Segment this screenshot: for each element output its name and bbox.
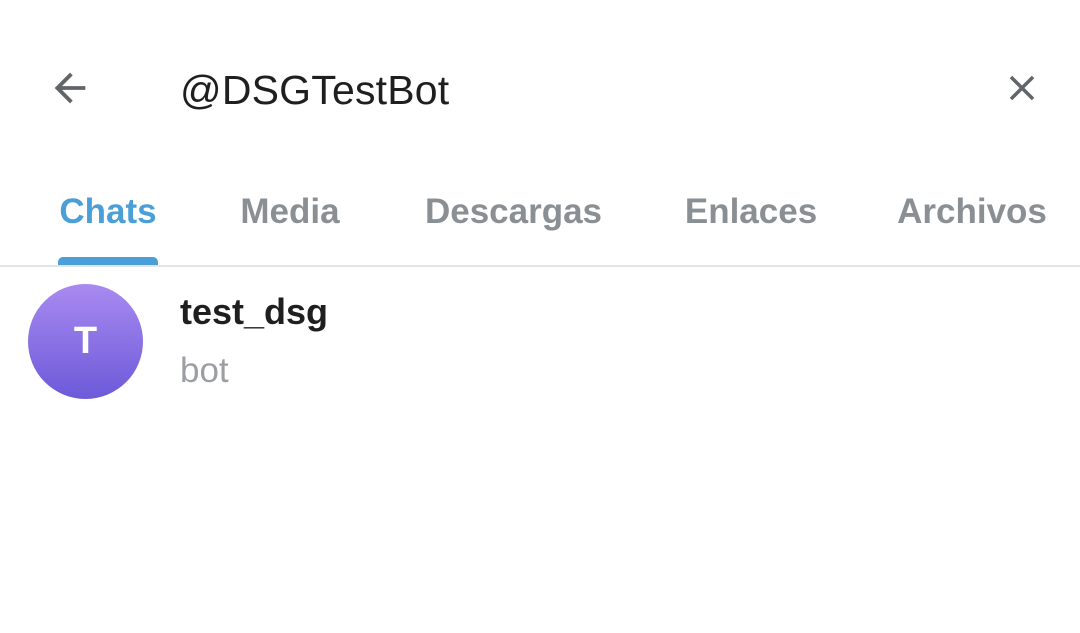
clear-search-button[interactable] bbox=[982, 48, 1062, 128]
search-input[interactable] bbox=[180, 60, 940, 120]
tab-chats[interactable]: Chats bbox=[58, 176, 158, 266]
avatar-letter: T bbox=[73, 320, 98, 362]
tab-media[interactable]: Media bbox=[238, 176, 342, 266]
chat-subtitle: bot bbox=[180, 351, 229, 390]
tab-label: Chats bbox=[59, 192, 157, 231]
tab-label: Archivos bbox=[897, 192, 1047, 231]
avatar: T bbox=[28, 284, 143, 399]
tab-label: Enlaces bbox=[684, 192, 818, 231]
search-result-row[interactable]: T test_dsg bot bbox=[0, 267, 1080, 417]
search-header bbox=[0, 0, 1080, 176]
tab-label: Media bbox=[240, 192, 340, 231]
arrow-left-icon bbox=[54, 72, 86, 104]
search-screen: Chats Media Descargas Enlaces Archivos T… bbox=[0, 0, 1080, 633]
chat-name: test_dsg bbox=[180, 291, 329, 332]
tab-archivos[interactable]: Archivos bbox=[897, 176, 1047, 266]
back-button[interactable] bbox=[30, 48, 110, 128]
search-tabs: Chats Media Descargas Enlaces Archivos bbox=[0, 176, 1080, 266]
tab-descargas[interactable]: Descargas bbox=[423, 176, 604, 266]
close-icon bbox=[1009, 75, 1035, 101]
tab-enlaces[interactable]: Enlaces bbox=[685, 176, 817, 266]
tab-label: Descargas bbox=[424, 192, 603, 231]
